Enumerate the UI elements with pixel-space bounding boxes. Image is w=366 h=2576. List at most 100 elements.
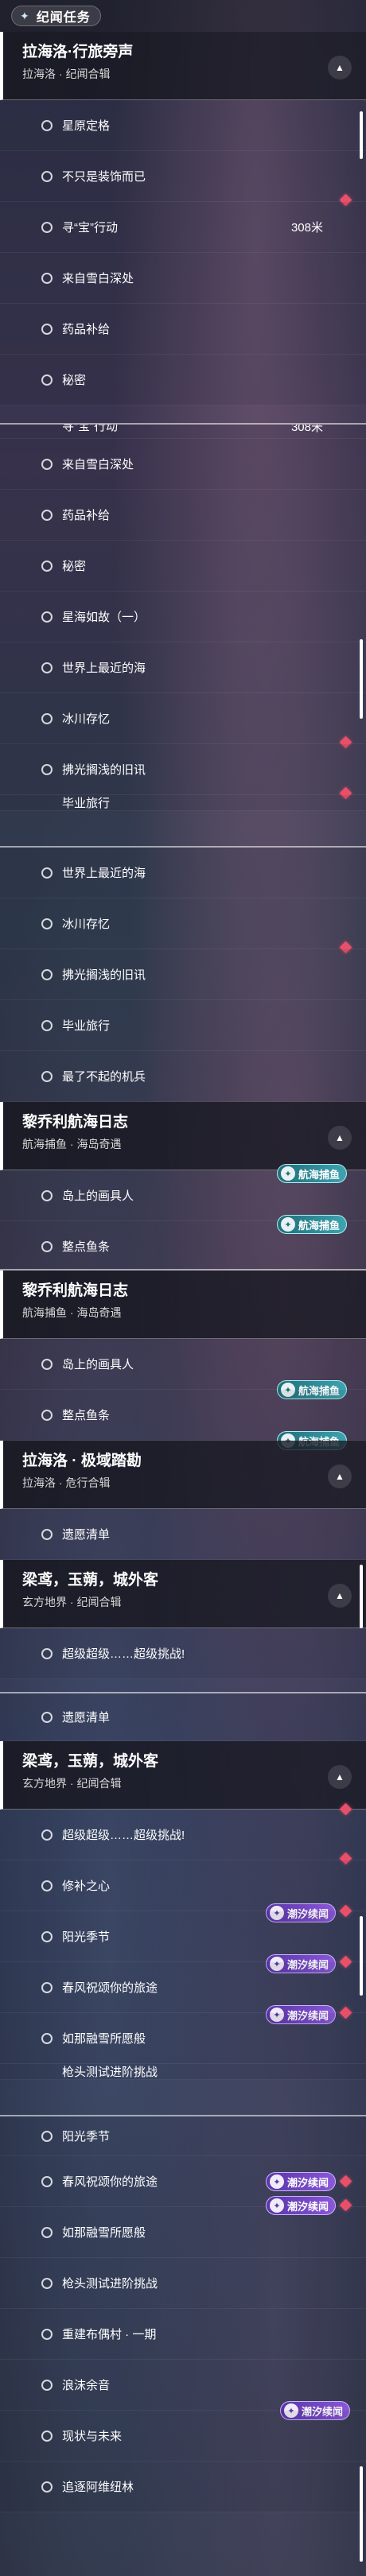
quest-row[interactable]: 超级超级……超级挑战! <box>0 1802 366 1865</box>
quest-row[interactable]: 遗愿清单 <box>0 1509 366 1560</box>
quest-row[interactable]: 现状与未来 <box>0 2411 366 2462</box>
quest-row[interactable]: 来自雪白深处 <box>0 253 366 304</box>
quest-row[interactable]: 药品补给 <box>0 490 366 541</box>
group-header-liangniao[interactable]: 梁鸢，玉蒴，城外客 玄方地界 · 纪闻合辑 ▲ <box>0 1741 366 1810</box>
quest-row[interactable]: 岛上的画具人 ✦ 航海捕鱼 <box>0 1164 366 1221</box>
radio-icon <box>41 1240 53 1252</box>
scrollbar[interactable] <box>360 2466 363 2562</box>
radio-icon <box>41 2130 53 2142</box>
radio-icon <box>41 712 53 724</box>
scrollbar[interactable] <box>360 111 363 159</box>
group-header-lahailuo-jiyu[interactable]: 拉海洛 · 极域踏勘 拉海洛 · 危行合辑 ▲ <box>0 1441 366 1509</box>
quest-row-partial[interactable]: 毕业旅行 <box>0 795 366 811</box>
quest-row-tracked[interactable]: 寻“宝”行动 308米 <box>0 202 366 253</box>
quest-row[interactable]: 枪头测试进阶挑战 <box>0 2258 366 2309</box>
quest-row[interactable]: 冰川存忆 <box>0 693 366 749</box>
radio-icon <box>41 1070 53 1082</box>
quest-label: 如那融雪所愿般 <box>62 2226 146 2240</box>
quest-row[interactable]: 浪沫余音 ✦ 潮汐续闻 <box>0 2360 366 2420</box>
chaoxi-badge: ✦ 潮汐续闻 <box>265 2172 336 2191</box>
quest-row[interactable]: 遗愿清单 <box>0 1693 366 1741</box>
radio-icon <box>41 1829 53 1841</box>
group-title: 拉海洛 · 极域踏勘 <box>22 1453 142 1469</box>
quest-row[interactable]: 春风祝颂你的旅途 ✦ 潮汐续闻 <box>0 1955 366 2024</box>
badge-label: 潮汐续闻 <box>286 2176 329 2189</box>
quest-row[interactable]: 世界上最近的海 <box>0 642 366 693</box>
quest-row[interactable]: 整点鱼条 ✦航海捕鱼 <box>0 1215 366 1269</box>
group-title: 黎乔利航海日志 <box>22 1114 129 1131</box>
distance-label: 308米 <box>290 425 323 434</box>
collapse-button[interactable]: ▲ <box>328 1765 352 1789</box>
quest-row[interactable]: 岛上的画具人 ✦ 航海捕鱼 <box>0 1339 366 1399</box>
screenshot-panel-2: 寻“宝”行动 308米 来自雪白深处 药品补给 秘密 星海如故（一） 世界上最近的… <box>0 425 366 846</box>
scrollbar[interactable] <box>360 639 363 719</box>
quest-label: 寻“宝”行动 <box>62 221 118 235</box>
quest-label: 世界上最近的海 <box>62 661 146 675</box>
quest-row[interactable]: 冰川存忆 <box>0 898 366 954</box>
radio-icon <box>41 1019 53 1031</box>
quest-row[interactable]: 星原定格 <box>0 100 366 151</box>
quest-row[interactable]: 秘密 <box>0 541 366 592</box>
quest-label: 超级超级……超级挑战! <box>62 1647 185 1661</box>
quest-row[interactable]: 世界上最近的海 <box>0 848 366 898</box>
collapse-button[interactable]: ▲ <box>328 56 352 80</box>
quest-row[interactable]: 重建布偶村 · 一期 <box>0 2309 366 2360</box>
quest-row[interactable]: 来自雪白深处 <box>0 439 366 490</box>
quest-row[interactable]: 药品补给 <box>0 304 366 355</box>
collapse-button[interactable]: ▲ <box>328 1126 352 1150</box>
quest-row[interactable]: 拂光搁浅的旧讯 <box>0 949 366 1000</box>
screenshot-panel-3: 世界上最近的海 冰川存忆 拂光搁浅的旧讯 毕业旅行 最了不起的机兵 黎乔利航海日… <box>0 848 366 1269</box>
radio-icon <box>41 2032 53 2044</box>
quest-row[interactable]: 不只是装饰而已 <box>0 151 366 207</box>
radio-icon <box>41 2379 53 2391</box>
quest-row[interactable]: 整点鱼条 ✦航海捕鱼 <box>0 1390 366 1450</box>
quest-row[interactable]: 拂光搁浅的旧讯 <box>0 744 366 800</box>
screenshot-panel-5: 遗愿清单 梁鸢，玉蒴，城外客 玄方地界 · 纪闻合辑 ▲ 超级超级……超级挑战!… <box>0 1693 366 2115</box>
quest-label: 最了不起的机兵 <box>62 1070 146 1084</box>
radio-icon <box>41 458 53 470</box>
radio-icon <box>41 1647 53 1659</box>
quest-label: 浪沫余音 <box>62 2379 111 2392</box>
scrollbar[interactable] <box>360 1916 363 1996</box>
group-header-liangniao[interactable]: 梁鸢，玉蒴，城外客 玄方地界 · 纪闻合辑 ▲ <box>0 1560 366 1628</box>
quest-label: 春风祝颂你的旅途 <box>62 1981 158 1995</box>
collapse-button[interactable]: ▲ <box>328 1465 352 1488</box>
quest-row[interactable]: 如那融雪所愿般 ✦ 潮汐续闻 <box>0 2196 366 2258</box>
quest-row[interactable]: 秘密 <box>0 355 366 405</box>
group-subtitle: 玄方地界 · 纪闻合辑 <box>22 1777 122 1790</box>
tide-icon: ✦ <box>269 2174 284 2189</box>
title-bar: ✦ 纪闻任务 <box>0 0 366 32</box>
quest-row[interactable]: 最了不起的机兵 <box>0 1051 366 1102</box>
quest-label: 超级超级……超级挑战! <box>62 1829 185 1842</box>
quest-label: 世界上最近的海 <box>62 867 146 880</box>
quest-row-partial[interactable]: 寻“宝”行动 308米 <box>0 425 366 439</box>
group-header-liqiaoli[interactable]: 黎乔利航海日志 航海捕鱼 · 海岛奇遇 ▲ <box>0 1102 366 1170</box>
radio-icon <box>41 1880 53 1891</box>
group-header-liqiaoli[interactable]: 黎乔利航海日志 航海捕鱼 · 海岛奇遇 <box>0 1271 366 1339</box>
quest-label: 阳光季节 <box>62 1930 111 1944</box>
radio-icon <box>41 1409 53 1421</box>
screenshot-panel-1: ✦ 纪闻任务 拉海洛·行旅旁声 拉海洛 · 纪闻合辑 ▲ 星原定格 不只是装饰而… <box>0 0 366 423</box>
quest-label: 拂光搁浅的旧讯 <box>62 763 146 777</box>
radio-icon <box>41 2430 53 2442</box>
chevron-up-icon: ▲ <box>335 1771 345 1783</box>
scrollbar[interactable] <box>360 1565 363 1628</box>
radio-icon <box>41 1358 53 1370</box>
quest-row[interactable]: 如那融雪所愿般 <box>0 2006 366 2064</box>
group-header-lahailuo-xinglv[interactable]: 拉海洛·行旅旁声 拉海洛 · 纪闻合辑 ▲ <box>0 32 366 100</box>
quest-row[interactable]: 超级超级……超级挑战! <box>0 1628 366 1679</box>
quest-label: 整点鱼条 <box>62 1240 111 1254</box>
quest-row[interactable]: 阳光季节 ✦ 潮汐续闻 <box>0 1904 366 1973</box>
quest-row[interactable]: 修补之心 ✦ 潮汐续闻 <box>0 1860 366 1922</box>
collapse-button[interactable]: ▲ <box>328 1584 352 1608</box>
quest-label: 现状与未来 <box>62 2430 123 2443</box>
radio-icon <box>41 1930 53 1942</box>
quest-row[interactable]: 追逐阿维纽林 <box>0 2462 366 2512</box>
group-title: 黎乔利航海日志 <box>22 1282 129 1299</box>
title-tag[interactable]: ✦ 纪闻任务 <box>11 6 101 26</box>
quest-row-partial[interactable]: 枪头测试进阶挑战 <box>0 2064 366 2080</box>
quest-row[interactable]: 阳光季节 <box>0 2116 366 2156</box>
group-subtitle: 玄方地界 · 纪闻合辑 <box>22 1596 122 1608</box>
quest-row[interactable]: 星海如故（一） <box>0 592 366 642</box>
quest-row[interactable]: 毕业旅行 <box>0 1000 366 1051</box>
